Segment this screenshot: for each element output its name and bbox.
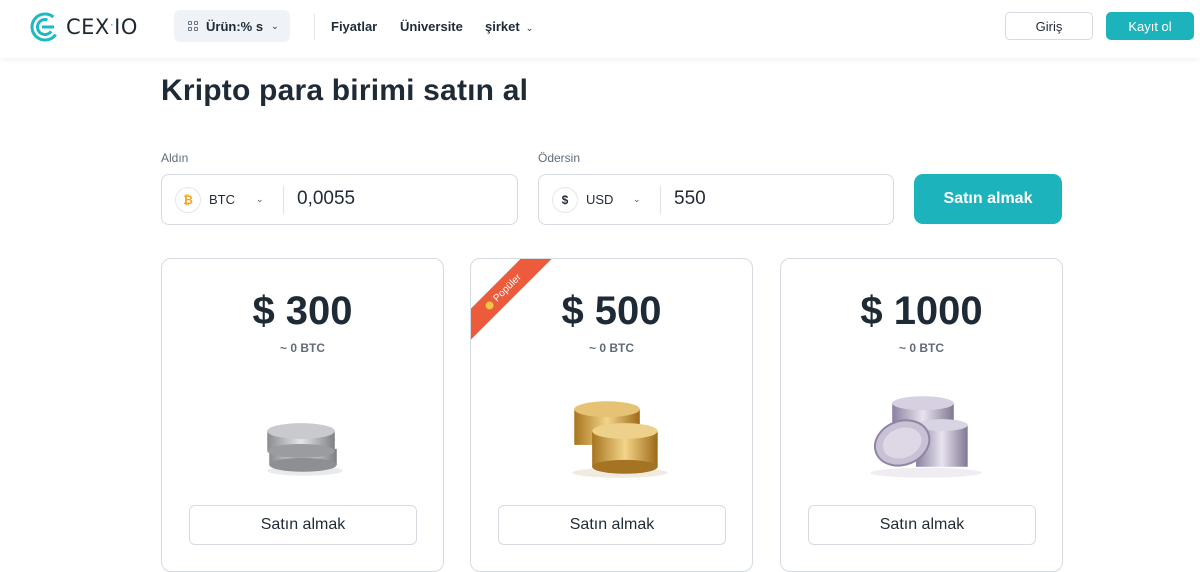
chevron-down-icon[interactable]: ⌄ [633,194,641,205]
bitcoin-icon: ₿ [175,187,201,213]
package-btc-equivalent: ~ 0 BTC [279,341,325,355]
package-btc-equivalent: ~ 0 BTC [588,341,634,355]
package-card-500[interactable]: Popüler $ 500 ~ 0 BTC Satın almak [470,258,753,572]
cex-logo[interactable]: CEX·IO [30,12,138,42]
header-divider [314,14,315,40]
field-divider [283,186,284,214]
package-amount: $ 300 [252,289,353,333]
package-buy-button[interactable]: Satın almak [189,505,417,545]
signup-button[interactable]: Kayıt ol [1106,12,1194,40]
dollar-icon: $ [552,187,578,213]
package-amount: $ 1000 [860,289,983,333]
pay-label: Ödersin [538,151,581,165]
platinum-coins-icon [870,396,982,478]
chevron-down-icon[interactable]: ⌄ [256,194,264,205]
pay-field: $ USD ⌄ 550 [538,174,894,225]
page-title: Kripto para birimi satın al [161,74,529,107]
chevron-down-icon: ⌄ [525,23,534,33]
logo-text: CEX·IO [66,15,138,39]
silver-coins-icon [267,423,343,476]
package-card-300[interactable]: $ 300 ~ 0 BTC Satın almak [161,258,444,572]
top-header: CEX·IO Ürün:% s ⌄ Fiyatlar Üniversite şi… [0,0,1200,58]
package-buy-button[interactable]: Satın almak [498,505,726,545]
receive-field: ₿ BTC ⌄ 0,0055 [161,174,518,225]
package-btc-equivalent: ~ 0 BTC [898,341,944,355]
grid-icon [188,21,198,31]
receive-label: Aldın [161,151,189,165]
pay-amount-input[interactable]: 550 [674,188,706,210]
products-label: Ürün:% s [206,18,264,34]
nav-company-label: şirket [485,19,520,34]
nav-university[interactable]: Üniversite [400,19,463,34]
chevron-down-icon: ⌄ [271,20,279,31]
login-button[interactable]: Giriş [1005,12,1093,40]
pay-currency-select[interactable]: USD [586,192,613,207]
flame-icon [483,299,496,312]
receive-amount-input[interactable]: 0,0055 [297,188,355,210]
buy-button[interactable]: Satın almak [914,174,1062,224]
gold-coins-icon [572,401,668,478]
cex-logo-icon [30,12,60,42]
products-dropdown[interactable]: Ürün:% s ⌄ [174,10,290,42]
nav-prices[interactable]: Fiyatlar [331,19,377,34]
package-card-1000[interactable]: $ 1000 ~ 0 BTC Satın almak [780,258,1063,572]
package-buy-button[interactable]: Satın almak [808,505,1036,545]
nav-company[interactable]: şirket ⌄ [485,19,533,34]
field-divider [660,186,661,214]
receive-currency-select[interactable]: BTC [209,192,235,207]
